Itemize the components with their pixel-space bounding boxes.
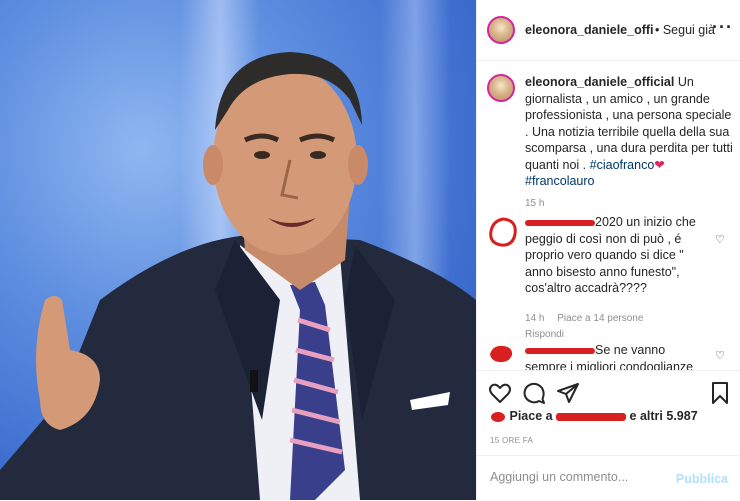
redacted-avatar	[489, 217, 517, 247]
comment-input[interactable]	[488, 469, 682, 485]
caption-username[interactable]: eleonora_daniele_official	[525, 75, 674, 89]
hashtag-link[interactable]: #francolauro	[525, 174, 595, 188]
avatar[interactable]	[487, 74, 515, 102]
comment-item: Se ne vanno sempre i migliori condoglian…	[487, 342, 735, 370]
follow-status[interactable]: • Segui già	[655, 23, 715, 37]
redacted-username	[525, 219, 595, 226]
caption-time: 15 h	[525, 197, 545, 209]
share-icon[interactable]	[556, 381, 580, 405]
header-username[interactable]: eleonora_daniele_official	[525, 23, 653, 37]
add-comment-bar: Pubblica	[476, 455, 740, 501]
redacted-username	[525, 347, 595, 354]
hashtag-link[interactable]: #ciaofranco	[590, 158, 655, 172]
heart-emoji: ❤	[654, 157, 665, 172]
comment-like-icon[interactable]: ♡	[715, 348, 725, 362]
redacted-avatar	[491, 411, 505, 422]
avatar[interactable]	[487, 16, 515, 44]
redacted-avatar	[490, 345, 513, 363]
photo-illustration	[0, 52, 476, 500]
comment-like-icon[interactable]: ♡	[715, 232, 725, 246]
post-time: 15 ORE FA	[490, 436, 534, 445]
redacted-username	[556, 412, 627, 421]
heart-icon[interactable]	[488, 381, 512, 405]
comment-text: 2020 un inizio che peggio di così non di…	[525, 215, 696, 295]
likes-suffix: e altri 5.987	[629, 409, 698, 423]
likes-summary[interactable]: Piace a e altri 5.987	[490, 409, 698, 423]
bookmark-icon[interactable]	[708, 381, 732, 405]
action-bar	[476, 370, 740, 407]
comment-icon[interactable]	[522, 381, 546, 405]
comment-meta: 14 h Piace a 14 persone Rispondi	[525, 311, 705, 344]
comment-time: 14 h	[525, 312, 545, 324]
post-image	[0, 0, 476, 500]
comment-likes[interactable]: Piace a 14 persone	[557, 313, 643, 324]
publish-button[interactable]: Pubblica	[676, 472, 728, 486]
post-panel: eleonora_daniele_official • Segui già ··…	[476, 0, 740, 500]
likes-prefix: Piace a	[509, 409, 553, 423]
reply-button[interactable]: Rispondi	[525, 329, 564, 340]
more-horizontal-icon[interactable]: ···	[712, 18, 733, 36]
post-header: eleonora_daniele_official • Segui già ··…	[477, 0, 740, 61]
